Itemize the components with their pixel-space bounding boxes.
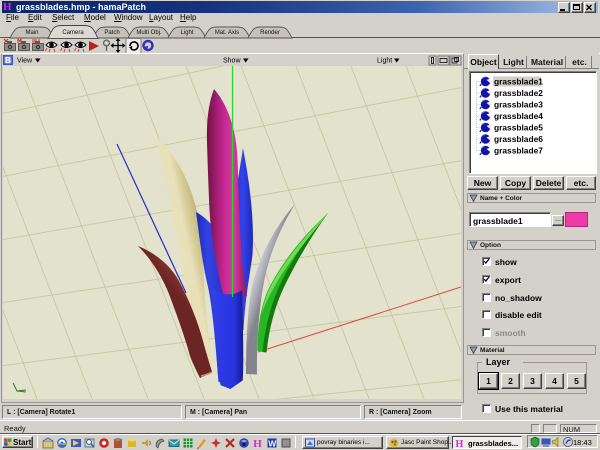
svg-text:Show: Show xyxy=(223,58,241,65)
svg-text:Start: Start xyxy=(13,438,32,447)
svg-text:Light: Light xyxy=(377,58,392,65)
svg-text:B: B xyxy=(5,56,11,65)
svg-text:Mat. Axis: Mat. Axis xyxy=(215,30,239,36)
svg-text:Render: Render xyxy=(260,30,280,36)
svg-text:Patch: Patch xyxy=(104,30,119,36)
svg-text:H: H xyxy=(456,439,464,448)
svg-text:grassblade4: grassblade4 xyxy=(494,111,543,121)
svg-text:grassblade5: grassblade5 xyxy=(494,123,543,133)
svg-text:W: W xyxy=(268,439,277,449)
svg-text:grassblade6: grassblade6 xyxy=(494,134,543,144)
svg-text:Light: Light xyxy=(180,30,193,36)
svg-text:grassblade1: grassblade1 xyxy=(494,77,543,87)
svg-text:H: H xyxy=(253,438,262,449)
svg-text:grassblade7: grassblade7 xyxy=(494,146,543,156)
svg-text:Camera: Camera xyxy=(62,30,84,36)
svg-text:Main: Main xyxy=(25,30,38,36)
svg-text:grassblade2: grassblade2 xyxy=(494,88,543,98)
svg-text:View: View xyxy=(17,58,33,65)
svg-text:grassblade3: grassblade3 xyxy=(494,100,543,110)
svg-text:Multi Obj.: Multi Obj. xyxy=(136,30,162,36)
